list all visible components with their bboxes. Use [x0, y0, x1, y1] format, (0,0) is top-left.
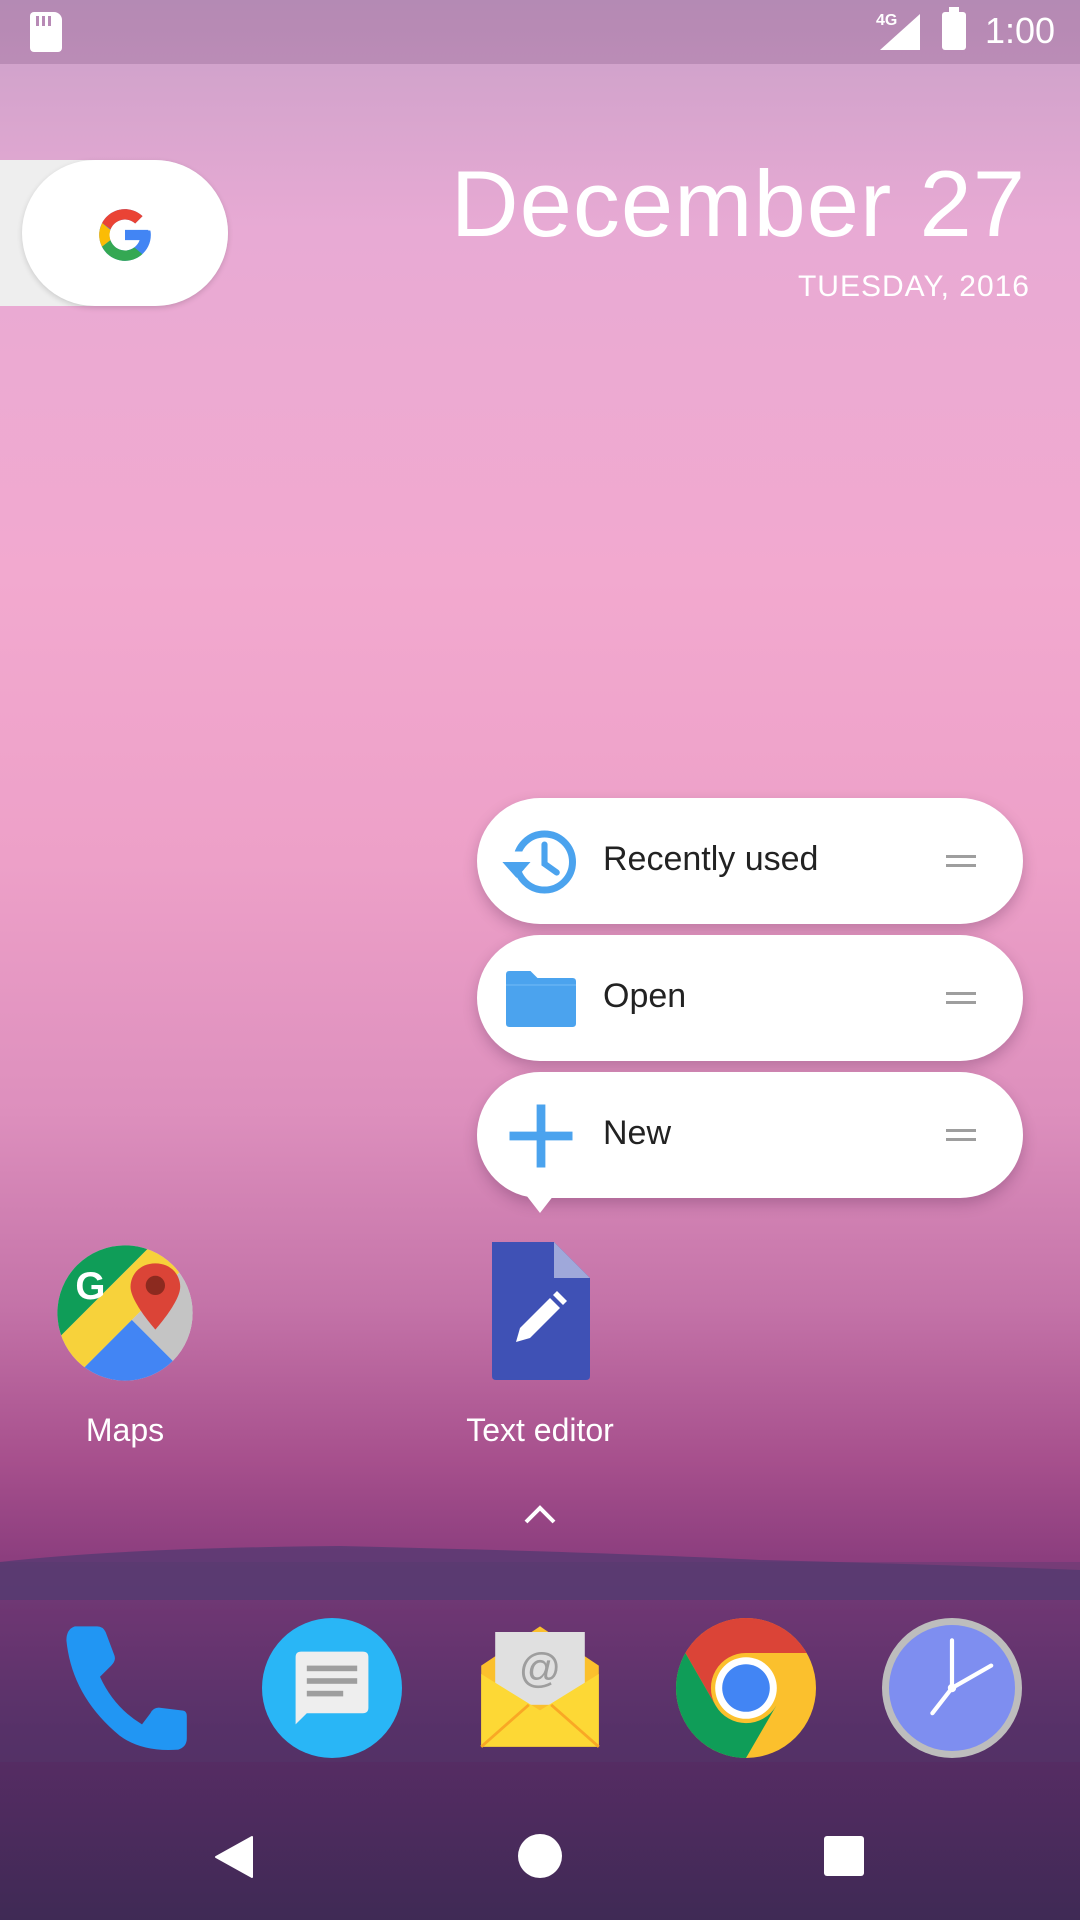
drag-handle-icon[interactable] [946, 990, 976, 1006]
shortcut-label: Recently used [603, 840, 819, 878]
signal-icon [880, 14, 920, 50]
app-label-text-editor[interactable]: Text editor [440, 1412, 640, 1449]
shortcut-label: New [603, 1114, 672, 1152]
messages-icon[interactable] [262, 1618, 402, 1758]
drag-handle-icon[interactable] [946, 1127, 976, 1143]
google-g-icon [99, 209, 151, 261]
shortcut-new[interactable]: New [477, 1072, 1023, 1198]
folder-icon [506, 971, 576, 1027]
svg-text:@: @ [519, 1644, 562, 1691]
phone-icon[interactable] [58, 1618, 198, 1758]
weekday-year-display[interactable]: TUESDAY, 2016 [798, 270, 1030, 304]
app-drawer-up-arrow-icon[interactable] [520, 1502, 560, 1526]
history-icon [502, 830, 576, 894]
plus-icon [509, 1104, 573, 1168]
date-display[interactable]: December 27 [451, 150, 1026, 258]
recents-button[interactable] [824, 1836, 864, 1876]
status-time: 1:00 [985, 10, 1056, 51]
chrome-icon[interactable] [676, 1618, 816, 1758]
maps-icon[interactable]: G [56, 1244, 194, 1382]
back-button[interactable] [212, 1834, 256, 1880]
svg-text:G: G [75, 1265, 105, 1308]
app-label-maps[interactable]: Maps [40, 1412, 210, 1449]
sd-card-icon [30, 12, 62, 52]
battery-icon [942, 7, 966, 50]
drag-handle-icon[interactable] [946, 853, 976, 869]
menu-pointer [526, 1195, 554, 1213]
shortcut-open[interactable]: Open [477, 935, 1023, 1061]
home-button[interactable] [518, 1834, 562, 1878]
clock-icon[interactable] [882, 1618, 1022, 1758]
text-editor-icon[interactable] [488, 1240, 592, 1382]
email-icon[interactable]: @ [470, 1618, 610, 1758]
shortcut-label: Open [603, 977, 687, 1015]
shortcut-recently-used[interactable]: Recently used [477, 798, 1023, 924]
